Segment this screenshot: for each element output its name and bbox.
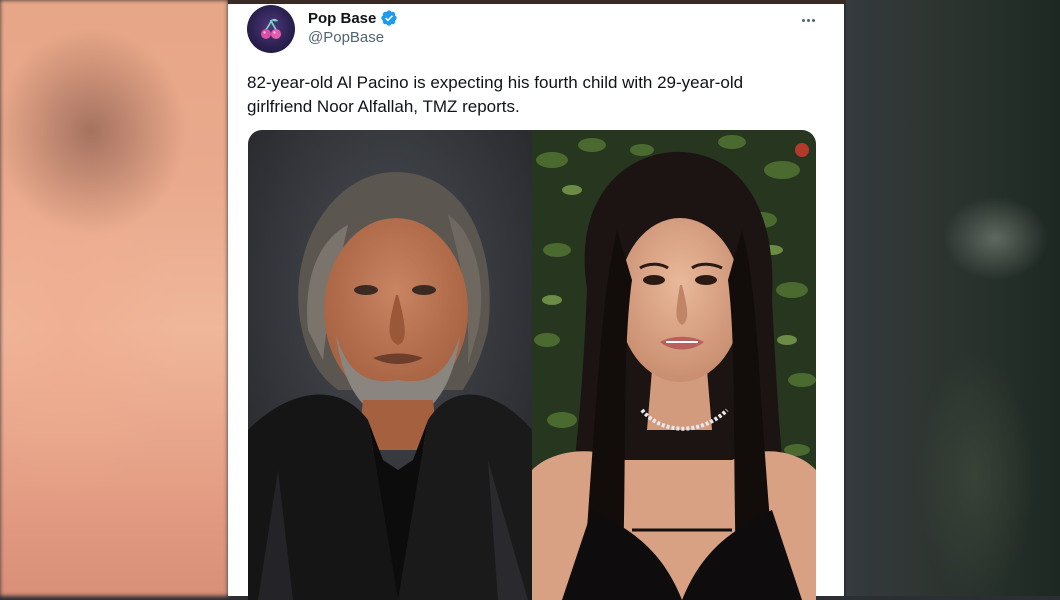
tweet-card: Pop Base @PopBase 82-year-old Al Pacino … xyxy=(228,4,844,600)
cherry-logo-icon xyxy=(261,18,281,39)
blurred-background-left xyxy=(0,0,228,596)
tweet-text: 82-year-old Al Pacino is expecting his f… xyxy=(247,71,807,119)
blurred-background-right xyxy=(846,0,1060,596)
display-name-row[interactable]: Pop Base xyxy=(308,9,398,27)
more-dot xyxy=(811,18,815,22)
photo-man[interactable] xyxy=(248,130,532,600)
photo-woman[interactable] xyxy=(532,130,816,600)
avatar[interactable] xyxy=(247,5,295,53)
display-name[interactable]: Pop Base xyxy=(308,10,376,27)
more-dot xyxy=(806,18,810,22)
more-dot xyxy=(801,18,805,22)
user-handle[interactable]: @PopBase xyxy=(308,29,384,46)
more-options-icon[interactable] xyxy=(798,12,818,28)
tweet-text-line: 82-year-old Al Pacino is expecting his f… xyxy=(247,73,744,92)
tweet-media[interactable] xyxy=(248,130,816,600)
verified-badge-icon xyxy=(381,10,398,26)
tweet-text-line: girlfriend Noor Alfallah, TMZ reports. xyxy=(247,97,520,116)
